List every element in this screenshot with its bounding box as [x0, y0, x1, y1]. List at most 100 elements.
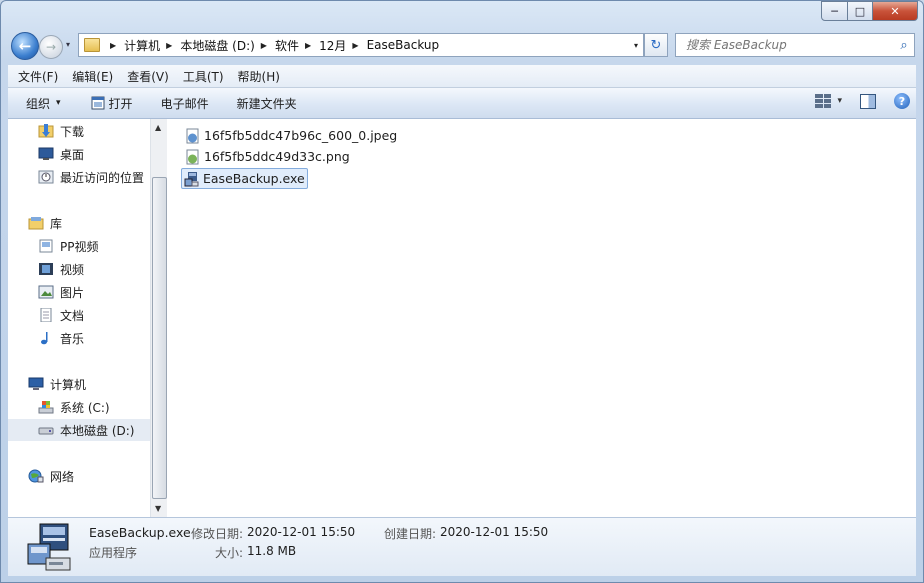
email-button[interactable]: 电子邮件 — [161, 95, 209, 112]
sidebar-item-label: 视频 — [60, 262, 85, 277]
menu-edit[interactable]: 编辑(E) — [72, 68, 113, 85]
breadcrumb-separator-icon[interactable]: ▶ — [166, 41, 172, 50]
menu-tools[interactable]: 工具(T) — [183, 68, 224, 85]
sidebar-item-pp-video[interactable]: PP视频 — [8, 235, 150, 257]
sidebar-item-pictures[interactable]: 图片 — [8, 281, 150, 303]
maximize-button[interactable]: □ — [848, 1, 873, 21]
breadcrumb-separator-icon[interactable]: ▶ — [110, 41, 116, 50]
forward-button[interactable]: → — [39, 35, 63, 59]
search-input[interactable] — [684, 37, 894, 53]
sidebar-item-label: 图片 — [60, 285, 85, 300]
sidebar-item-downloads[interactable]: 下载 — [8, 120, 150, 142]
sidebar-item-documents[interactable]: 文档 — [8, 304, 150, 326]
local-disk-icon — [38, 427, 54, 435]
details-pane: EaseBackup.exe 应用程序 修改日期: 2020-12-01 15:… — [8, 517, 916, 576]
sidebar-item-videos[interactable]: 视频 — [8, 258, 150, 280]
sidebar-item-computer[interactable]: 计算机 — [8, 373, 150, 395]
search-box[interactable]: ⌕ — [675, 33, 915, 57]
preview-pane-icon[interactable] — [860, 93, 876, 109]
sidebar-item-label: 音乐 — [60, 331, 85, 346]
view-options-dropdown-icon[interactable]: ▾ — [837, 96, 842, 106]
close-button[interactable]: ✕ — [873, 1, 918, 21]
music-library-icon — [41, 332, 48, 345]
menu-help[interactable]: 帮助(H) — [238, 68, 280, 85]
details-created-label: 创建日期: — [384, 527, 437, 541]
details-size-label: 大小: — [215, 546, 244, 560]
minimize-button[interactable]: ─ — [821, 1, 848, 21]
caption-buttons: ─ □ ✕ — [821, 1, 918, 21]
new-folder-label: 新建文件夹 — [236, 96, 297, 111]
exe-file-large-icon — [27, 523, 71, 571]
file-item[interactable]: 16f5fb5ddc49d33c.png — [183, 147, 352, 166]
sidebar-item-label: 网络 — [50, 469, 75, 484]
refresh-button[interactable]: ↻ — [644, 33, 668, 57]
search-icon[interactable]: ⌕ — [894, 38, 914, 53]
file-item[interactable]: 16f5fb5ddc47b96c_600_0.jpeg — [183, 126, 399, 145]
sidebar-item-libraries[interactable]: 库 — [8, 212, 150, 234]
sidebar-item-network[interactable]: 网络 — [8, 465, 150, 487]
jpeg-file-icon — [186, 128, 199, 143]
file-name: 16f5fb5ddc49d33c.png — [204, 149, 350, 164]
system-drive-icon — [38, 401, 54, 414]
sidebar-item-drive-d[interactable]: 本地磁盘 (D:) — [8, 419, 150, 441]
pp-video-icon — [39, 239, 53, 253]
sidebar-item-recent-places[interactable]: 最近访问的位置 — [8, 166, 150, 188]
change-view-icon[interactable] — [815, 94, 832, 108]
view-controls: ▾ ? — [815, 93, 910, 109]
sidebar-item-desktop[interactable]: 桌面 — [8, 143, 150, 165]
folder-icon — [84, 38, 100, 52]
breadcrumb-computer[interactable]: 计算机 — [124, 37, 160, 54]
organize-button[interactable]: 组织 ▾ — [26, 95, 61, 112]
scroll-up-icon[interactable]: ▲ — [155, 123, 161, 132]
menu-file[interactable]: 文件(F) — [18, 68, 58, 85]
menu-view[interactable]: 查看(V) — [127, 68, 169, 85]
video-library-icon — [39, 263, 53, 275]
scrollbar-thumb[interactable] — [152, 177, 167, 499]
sidebar-item-label: PP视频 — [60, 239, 99, 254]
details-file-name: EaseBackup.exe — [89, 525, 191, 540]
details-modified-label: 修改日期: — [191, 527, 244, 541]
file-item-selected[interactable]: EaseBackup.exe — [181, 168, 308, 189]
open-button[interactable]: 打开 — [91, 95, 133, 112]
breadcrumb-separator-icon[interactable]: ▶ — [352, 41, 358, 50]
sidebar-item-music[interactable]: 音乐 — [8, 327, 150, 349]
details-created-value: 2020-12-01 15:50 — [440, 525, 549, 539]
back-button[interactable]: ← — [11, 32, 39, 60]
details-file-type: 应用程序 — [89, 546, 138, 560]
sidebar-item-drive-c[interactable]: 系统 (C:) — [8, 396, 150, 418]
menu-bar: 文件(F) 编辑(E) 查看(V) 工具(T) 帮助(H) — [8, 65, 916, 88]
download-folder-icon — [38, 124, 54, 138]
computer-icon — [28, 377, 44, 390]
sidebar-item-label: 本地磁盘 (D:) — [60, 423, 135, 438]
breadcrumb-separator-icon[interactable]: ▶ — [305, 41, 311, 50]
sidebar-item-label: 桌面 — [60, 147, 85, 162]
sidebar-item-label: 库 — [50, 216, 63, 231]
address-dropdown-icon[interactable]: ▾ — [629, 41, 643, 50]
scroll-down-icon[interactable]: ▼ — [155, 504, 161, 513]
breadcrumb-separator-icon[interactable]: ▶ — [261, 41, 267, 50]
breadcrumb-easebackup[interactable]: EaseBackup — [367, 38, 440, 52]
network-icon — [28, 469, 44, 483]
new-folder-button[interactable]: 新建文件夹 — [237, 95, 297, 112]
sidebar-item-label: 文档 — [60, 308, 85, 323]
help-icon[interactable]: ? — [894, 93, 910, 109]
desktop-icon — [38, 147, 54, 160]
documents-library-icon — [40, 308, 52, 322]
details-modified-value: 2020-12-01 15:50 — [247, 525, 356, 539]
exe-file-icon — [184, 171, 199, 186]
address-bar[interactable]: ▶ 计算机 ▶ 本地磁盘 (D:) ▶ 软件 ▶ 12月 ▶ EaseBacku… — [78, 33, 644, 57]
forward-arrow-icon: → — [45, 40, 57, 54]
breadcrumb-local-disk[interactable]: 本地磁盘 (D:) — [180, 37, 254, 54]
organize-label: 组织 — [26, 96, 51, 111]
file-list: 16f5fb5ddc47b96c_600_0.jpeg 16f5fb5ddc49… — [167, 119, 916, 517]
chevron-down-icon: ▾ — [56, 98, 61, 108]
details-size-value: 11.8 MB — [247, 544, 297, 558]
breadcrumb-software[interactable]: 软件 — [275, 37, 299, 54]
breadcrumb-december[interactable]: 12月 — [319, 37, 346, 54]
pictures-library-icon — [38, 285, 54, 299]
recent-pages-dropdown[interactable]: ▾ — [66, 40, 70, 49]
file-name: 16f5fb5ddc47b96c_600_0.jpeg — [204, 128, 398, 143]
email-label: 电子邮件 — [160, 96, 209, 111]
sidebar-item-label: 下载 — [60, 124, 85, 139]
navigation-scrollbar[interactable]: ▲ ▼ — [150, 119, 167, 517]
